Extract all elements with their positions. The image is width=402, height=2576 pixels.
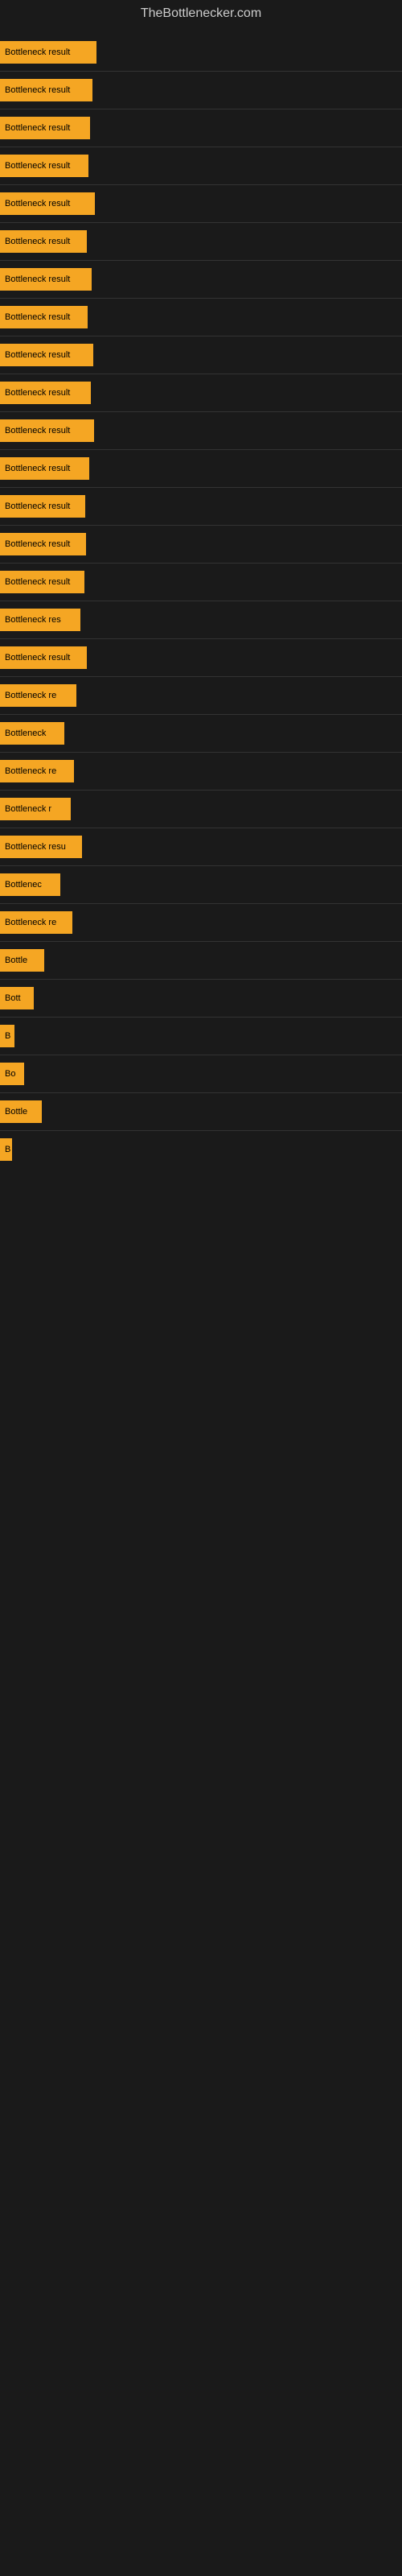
bottleneck-bar[interactable]: Bottleneck re — [0, 684, 76, 707]
bar-label: Bott — [5, 993, 21, 1003]
bar-label: Bottleneck result — [5, 123, 70, 133]
bottleneck-bar[interactable]: Bottleneck result — [0, 571, 84, 593]
bar-label: Bottleneck result — [5, 312, 70, 322]
bar-row: Bottle — [0, 943, 402, 977]
bar-row: Bottleneck result — [0, 527, 402, 561]
bottleneck-bar[interactable]: Bottleneck result — [0, 419, 94, 442]
bottleneck-bar[interactable]: Bottleneck result — [0, 495, 85, 518]
bar-label: Bottleneck result — [5, 275, 70, 284]
bar-label: Bottleneck — [5, 729, 46, 738]
bar-row: Bottleneck result — [0, 489, 402, 523]
bar-label: Bottleneck re — [5, 691, 56, 700]
bar-row: Bottleneck result — [0, 73, 402, 107]
bottleneck-bar[interactable]: Bottleneck result — [0, 457, 89, 480]
bottleneck-bar[interactable]: Bottleneck result — [0, 306, 88, 328]
bar-label: Bottleneck result — [5, 199, 70, 208]
bar-label: Bottleneck res — [5, 615, 61, 625]
bar-label: Bottleneck result — [5, 464, 70, 473]
bar-label: Bottleneck result — [5, 161, 70, 171]
bar-row: Bottle — [0, 1095, 402, 1129]
bar-label: Bottleneck result — [5, 237, 70, 246]
bar-row: Bott — [0, 981, 402, 1015]
bottleneck-bar[interactable]: Bottleneck result — [0, 230, 87, 253]
bar-row: Bottleneck result — [0, 338, 402, 372]
bottleneck-bar[interactable]: Bottlenec — [0, 873, 60, 896]
bar-row: Bottleneck result — [0, 300, 402, 334]
bar-row: Bottleneck re — [0, 906, 402, 939]
site-title: TheBottlenecker.com — [0, 0, 402, 27]
bottleneck-bar[interactable]: Bottleneck — [0, 722, 64, 745]
bottleneck-bar[interactable]: B — [0, 1138, 12, 1161]
bottleneck-bar[interactable]: Bottleneck result — [0, 268, 92, 291]
bottleneck-bar[interactable]: Bottleneck result — [0, 533, 86, 555]
bottleneck-bar[interactable]: Bo — [0, 1063, 24, 1085]
bar-row: Bottleneck result — [0, 414, 402, 448]
bottleneck-bar[interactable]: Bottleneck resu — [0, 836, 82, 858]
bar-label: Bottlenec — [5, 880, 42, 890]
bottleneck-bar[interactable]: Bottleneck r — [0, 798, 71, 820]
bar-row: Bottleneck result — [0, 35, 402, 69]
bar-label: Bottleneck result — [5, 577, 70, 587]
bar-row: Bottleneck result — [0, 376, 402, 410]
bar-label: Bottleneck result — [5, 426, 70, 436]
bar-label: B — [5, 1031, 10, 1041]
bar-label: Bottleneck result — [5, 653, 70, 663]
bottleneck-bar[interactable]: Bottleneck result — [0, 646, 87, 669]
bar-label: Bottleneck re — [5, 766, 56, 776]
bar-row: Bottleneck — [0, 716, 402, 750]
bottleneck-bar[interactable]: Bott — [0, 987, 34, 1009]
bar-row: Bottleneck resu — [0, 830, 402, 864]
bar-row: Bottlenec — [0, 868, 402, 902]
bar-row: Bottleneck re — [0, 754, 402, 788]
bar-row: Bottleneck res — [0, 603, 402, 637]
bottleneck-bar[interactable]: Bottle — [0, 1100, 42, 1123]
bottleneck-bar[interactable]: Bottleneck result — [0, 117, 90, 139]
bars-container: Bottleneck result Bottleneck result Bottle… — [0, 27, 402, 1174]
bar-row: B — [0, 1019, 402, 1053]
bar-row: Bottleneck result — [0, 225, 402, 258]
bottleneck-bar[interactable]: Bottleneck result — [0, 344, 93, 366]
bar-label: Bottleneck result — [5, 85, 70, 95]
bar-label: Bottleneck result — [5, 539, 70, 549]
bar-row: Bo — [0, 1057, 402, 1091]
bar-row: Bottleneck result — [0, 111, 402, 145]
bottleneck-bar[interactable]: Bottleneck result — [0, 41, 96, 64]
bar-row: Bottleneck r — [0, 792, 402, 826]
bar-label: Bottle — [5, 956, 27, 965]
bottleneck-bar[interactable]: Bottle — [0, 949, 44, 972]
bar-label: Bo — [5, 1069, 15, 1079]
bar-label: Bottleneck result — [5, 350, 70, 360]
bar-label: Bottle — [5, 1107, 27, 1117]
bar-label: Bottleneck resu — [5, 842, 66, 852]
bottleneck-bar[interactable]: Bottleneck re — [0, 760, 74, 782]
bar-row: B — [0, 1133, 402, 1166]
bar-label: Bottleneck result — [5, 47, 70, 57]
bar-label: Bottleneck r — [5, 804, 51, 814]
bottleneck-bar[interactable]: Bottleneck res — [0, 609, 80, 631]
bar-label: Bottleneck result — [5, 502, 70, 511]
bottleneck-bar[interactable]: Bottleneck result — [0, 155, 88, 177]
bottleneck-bar[interactable]: B — [0, 1025, 14, 1047]
bottleneck-bar[interactable]: Bottleneck result — [0, 192, 95, 215]
bar-row: Bottleneck re — [0, 679, 402, 712]
bar-row: Bottleneck result — [0, 641, 402, 675]
bottleneck-bar[interactable]: Bottleneck result — [0, 382, 91, 404]
bar-label: Bottleneck result — [5, 388, 70, 398]
bar-row: Bottleneck result — [0, 565, 402, 599]
bar-row: Bottleneck result — [0, 187, 402, 221]
bottleneck-bar[interactable]: Bottleneck result — [0, 79, 92, 101]
bar-label: Bottleneck re — [5, 918, 56, 927]
bar-label: B — [5, 1145, 10, 1154]
bottleneck-bar[interactable]: Bottleneck re — [0, 911, 72, 934]
bar-row: Bottleneck result — [0, 452, 402, 485]
bar-row: Bottleneck result — [0, 262, 402, 296]
bar-row: Bottleneck result — [0, 149, 402, 183]
